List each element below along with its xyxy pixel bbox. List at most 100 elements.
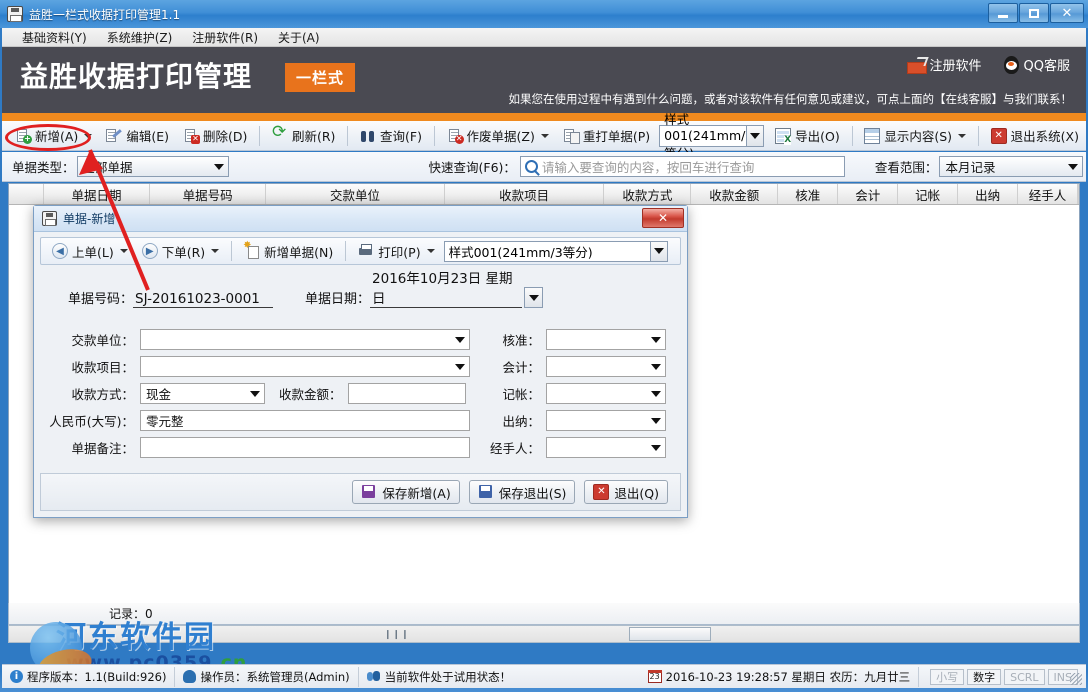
exit-system-button[interactable]: ✕ 退出系统(X) xyxy=(984,124,1086,148)
grid-header-doc-date[interactable]: 单据日期 xyxy=(44,184,151,204)
toolbar-separator xyxy=(433,125,435,146)
menu-base-data[interactable]: 基础资料(Y) xyxy=(12,27,97,48)
amount-input[interactable] xyxy=(347,383,466,404)
maximize-button[interactable] xyxy=(1019,3,1049,23)
chevron-down-icon[interactable] xyxy=(455,330,465,349)
menu-register-software[interactable]: 注册软件(R) xyxy=(182,27,268,48)
handler-select[interactable] xyxy=(546,437,666,458)
void-document-button[interactable]: ✕ 作废单据(Z) xyxy=(440,124,556,148)
grid-header-doc-no[interactable]: 单据号码 xyxy=(150,184,267,204)
approver-select[interactable] xyxy=(546,329,666,350)
dialog-titlebar: 单据-新增 ✕ xyxy=(34,206,687,232)
quick-search-input[interactable]: 请输入要查询的内容，按回车进行查询 xyxy=(519,156,845,177)
chevron-down-icon[interactable] xyxy=(651,357,661,376)
chevron-down-icon[interactable] xyxy=(651,411,661,430)
grid-header-payer[interactable]: 交款单位 xyxy=(266,184,445,204)
save-and-exit-button[interactable]: 保存退出(S) xyxy=(468,480,576,504)
doc-date-input[interactable]: 2016年10月23日 星期日 xyxy=(370,271,523,308)
chevron-down-icon[interactable] xyxy=(1065,158,1081,175)
chevron-down-icon[interactable] xyxy=(958,133,967,138)
reprint-document-button[interactable]: 重打单据(P) xyxy=(556,124,657,148)
grid-header-bookkeeper[interactable]: 记帐 xyxy=(898,184,959,204)
new-record-label: 新增(A) xyxy=(35,129,79,144)
bookkeeper-select[interactable] xyxy=(546,383,666,404)
doc-type-select[interactable]: 全部单据 xyxy=(76,156,229,177)
grid-header-accountant[interactable]: 会计 xyxy=(838,184,899,204)
chevron-down-icon[interactable] xyxy=(119,249,128,253)
qq-support-link[interactable]: QQ客服 xyxy=(1003,55,1070,74)
chevron-down-icon[interactable] xyxy=(651,438,661,457)
refresh-button[interactable]: 刷新(R) xyxy=(265,124,342,148)
chevron-down-icon[interactable] xyxy=(746,125,764,146)
grid-header-cashier[interactable]: 出纳 xyxy=(958,184,1019,204)
view-range-select[interactable]: 本月记录 xyxy=(939,156,1084,177)
grid-header-approver[interactable]: 核准 xyxy=(778,184,839,204)
rmb-words-input[interactable]: 零元整 xyxy=(140,410,470,431)
query-label: 查询(F) xyxy=(380,129,422,144)
chevron-down-icon[interactable] xyxy=(84,133,93,138)
reprint-document-label: 重打单据(P) xyxy=(582,129,651,144)
rmb-words-row: 人民币(大写)： 零元整 xyxy=(46,407,476,434)
minimize-button[interactable] xyxy=(988,3,1018,23)
search-icon xyxy=(524,160,538,173)
grid-header-handler[interactable]: 经手人 xyxy=(1018,184,1078,204)
cashier-select[interactable] xyxy=(546,410,666,431)
grid-horizontal-scrollbar[interactable]: ❙❙❙ xyxy=(8,625,1080,643)
accountant-select[interactable] xyxy=(546,356,666,377)
grid-header-method[interactable]: 收款方式 xyxy=(604,184,692,204)
register-software-link[interactable]: 注册软件 xyxy=(906,55,982,74)
approver-label: 核准： xyxy=(502,333,540,348)
menu-system-maintenance[interactable]: 系统维护(Z) xyxy=(97,27,183,48)
chevron-down-icon[interactable] xyxy=(250,384,260,403)
scrollbar-thumb[interactable] xyxy=(629,627,711,641)
grid-header-item[interactable]: 收款项目 xyxy=(445,184,605,204)
new-document-button[interactable]: 新增单据(N) xyxy=(237,239,340,263)
menubar: 基础资料(Y) 系统维护(Z) 注册软件(R) 关于(A) xyxy=(2,28,1086,47)
chevron-down-icon[interactable] xyxy=(651,384,661,403)
status-operator-text: 操作员：系统管理员(Admin) xyxy=(200,669,350,684)
chevron-down-icon[interactable] xyxy=(211,249,220,253)
chevron-down-icon[interactable] xyxy=(649,241,667,261)
print-button[interactable]: 打印(P) xyxy=(351,239,441,263)
new-record-button[interactable]: + 新增(A) xyxy=(8,124,99,148)
menu-about[interactable]: 关于(A) xyxy=(268,27,330,48)
method-select[interactable]: 现金 xyxy=(140,383,265,404)
chevron-down-icon[interactable] xyxy=(651,330,661,349)
date-picker-dropdown-icon[interactable] xyxy=(524,287,544,308)
window-resize-grip[interactable] xyxy=(1070,673,1082,685)
chevron-down-icon[interactable] xyxy=(211,158,227,175)
dialog-print-style-value: 样式001(241mm/3等分) xyxy=(448,244,593,260)
next-document-button[interactable]: ▶ 下单(R) xyxy=(135,239,226,263)
handler-row: 经手人： xyxy=(490,434,672,461)
chevron-down-icon[interactable] xyxy=(455,357,465,376)
display-content-button[interactable]: 显示内容(S) xyxy=(857,124,973,148)
save-and-new-button[interactable]: 保存新增(A) xyxy=(352,480,460,504)
close-button[interactable]: ✕ xyxy=(1050,3,1084,23)
edit-record-button[interactable]: 编辑(E) xyxy=(99,124,176,148)
delete-record-button[interactable]: ✕ 删除(D) xyxy=(176,124,254,148)
doc-no-input[interactable]: SJ-20161023-0001 xyxy=(133,288,274,308)
indicator-lowercase[interactable]: 小写 xyxy=(930,668,965,685)
chevron-down-icon[interactable] xyxy=(426,249,435,253)
indicator-numeric[interactable]: 数字 xyxy=(967,668,1002,685)
chevron-down-icon[interactable] xyxy=(540,133,549,138)
prev-document-button[interactable]: ◀ 上单(L) xyxy=(45,239,135,263)
print-style-select[interactable]: 样式001(241mm/3等分) xyxy=(659,112,765,161)
dialog-close-button[interactable]: ✕ xyxy=(642,208,684,228)
status-operator: 操作员：系统管理员(Admin) xyxy=(175,666,359,687)
prev-document-label: 上单(L) xyxy=(72,244,114,260)
dialog-exit-button[interactable]: ✕ 退出(Q) xyxy=(584,480,668,504)
payer-row: 交款单位： xyxy=(46,326,476,353)
payer-select[interactable] xyxy=(140,329,470,350)
indicator-scroll-lock[interactable]: SCRL xyxy=(1004,668,1045,685)
dialog-print-style-select[interactable]: 样式001(241mm/3等分) xyxy=(443,240,668,262)
brand-badge: 一栏式 xyxy=(285,63,356,92)
item-select[interactable] xyxy=(140,356,470,377)
grid-header-amount[interactable]: 收款金额 xyxy=(691,184,779,204)
toolbar-separator xyxy=(345,241,347,261)
delete-record-label: 删除(D) xyxy=(202,129,248,144)
remark-input[interactable] xyxy=(140,437,470,458)
query-button[interactable]: 查询(F) xyxy=(353,124,429,148)
export-button[interactable]: 导出(O) xyxy=(768,124,847,148)
cashier-row: 出纳： xyxy=(490,407,672,434)
